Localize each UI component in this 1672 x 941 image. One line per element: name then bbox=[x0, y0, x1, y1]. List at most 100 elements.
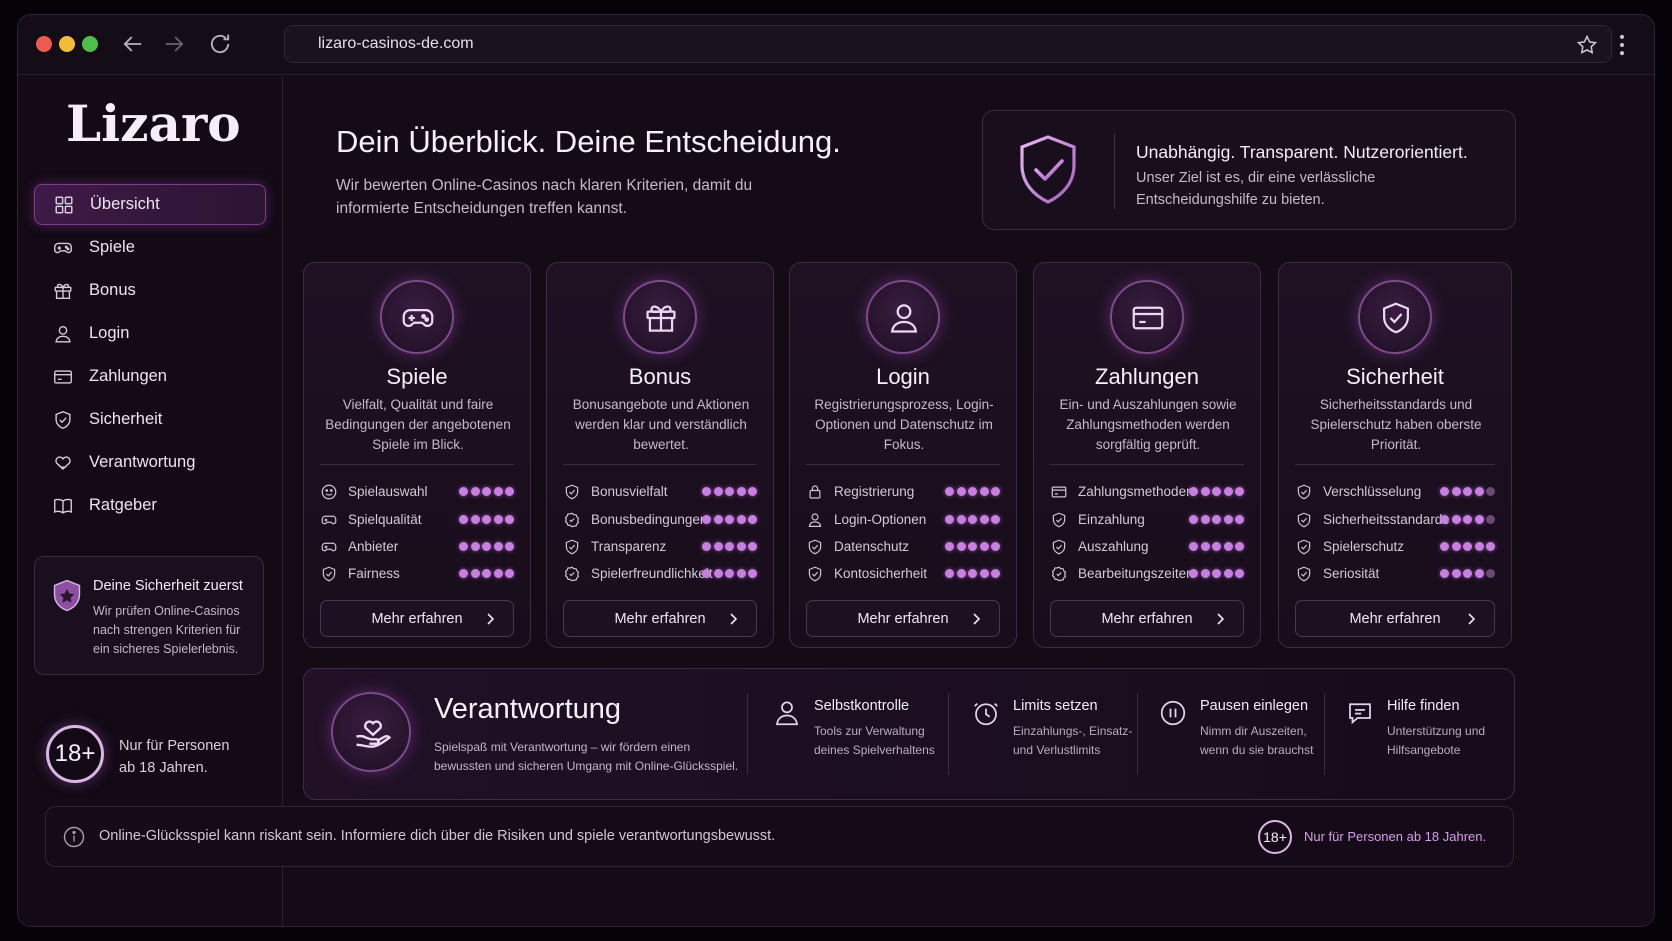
rating-dot bbox=[1451, 515, 1461, 524]
mehr-erfahren-button-login[interactable]: Mehr erfahren bbox=[806, 600, 1000, 637]
criterion-row: Spielerfreundlichkeit bbox=[563, 564, 757, 584]
rating-dots bbox=[702, 487, 757, 497]
rating-dot bbox=[1486, 487, 1495, 496]
trust-box: Unabhängig. Transparent. Nutzerorientier… bbox=[982, 110, 1516, 230]
rating-dot bbox=[1463, 542, 1472, 551]
pause-icon bbox=[1158, 698, 1188, 728]
feature-text: Tools zur Verwaltung deines Spielverhalt… bbox=[814, 724, 935, 757]
mehr-erfahren-button-spiele[interactable]: Mehr erfahren bbox=[320, 600, 514, 637]
reload-icon[interactable] bbox=[206, 30, 234, 58]
rating-dot bbox=[945, 542, 954, 551]
rating-dot bbox=[991, 542, 1000, 551]
minimize-window-button[interactable] bbox=[59, 36, 75, 52]
site-logo[interactable]: Lizaro bbox=[66, 94, 241, 153]
criterion-label: Seriosität bbox=[1323, 566, 1380, 581]
criterion-label: Anbieter bbox=[348, 539, 399, 554]
shield-check-icon bbox=[1050, 538, 1068, 556]
shield-check-icon bbox=[1295, 565, 1313, 583]
bookmark-star-icon[interactable] bbox=[1575, 33, 1599, 57]
chevron-right-icon bbox=[482, 611, 498, 627]
rating-dot bbox=[470, 542, 480, 551]
sidebar-item-sicherheit[interactable]: Sicherheit bbox=[34, 399, 266, 440]
rating-dots bbox=[1440, 515, 1495, 525]
rating-dot bbox=[1235, 569, 1244, 578]
back-arrow-icon[interactable] bbox=[119, 30, 147, 58]
sidebar-item-label: Login bbox=[89, 324, 130, 342]
sidebar-item-uebersicht[interactable]: Übersicht bbox=[34, 184, 266, 225]
category-card-sicherheit: Sicherheit Sicherheitsstandards und Spie… bbox=[1278, 262, 1512, 648]
sidebar-item-spiele[interactable]: Spiele bbox=[34, 227, 266, 268]
sidebar-item-label: Bonus bbox=[89, 281, 136, 299]
rating-dot bbox=[968, 569, 977, 578]
gift-icon bbox=[52, 280, 74, 302]
rating-dot bbox=[482, 542, 491, 551]
mehr-erfahren-button-sicherheit[interactable]: Mehr erfahren bbox=[1295, 600, 1495, 637]
forward-arrow-icon[interactable] bbox=[160, 30, 188, 58]
heart-hand-icon bbox=[52, 452, 74, 474]
shield-check-icon bbox=[563, 538, 581, 556]
card-title: Zahlungen bbox=[1095, 364, 1199, 389]
rating-dot bbox=[1486, 569, 1495, 578]
category-card-spiele: Spiele Vielfalt, Qualität und faire Bedi… bbox=[303, 262, 531, 648]
rating-dot bbox=[1189, 569, 1198, 578]
rating-dot bbox=[956, 515, 966, 524]
sidebar-item-ratgeber[interactable]: Ratgeber bbox=[34, 485, 266, 526]
safety-info-box: Deine Sicherheit zuerst Wir prüfen Onlin… bbox=[34, 556, 264, 675]
criterion-row: Sicherheitsstandards bbox=[1295, 510, 1495, 530]
rating-dot bbox=[725, 569, 734, 578]
rating-dot bbox=[1440, 542, 1449, 551]
maximize-window-button[interactable] bbox=[82, 36, 98, 52]
url-text: lizaro-casinos-de.com bbox=[318, 35, 474, 52]
criterion-row: Bearbeitungszeiten bbox=[1050, 564, 1244, 584]
lock-icon bbox=[806, 483, 824, 501]
card-title: Login bbox=[876, 364, 930, 389]
browser-window: lizaro-casinos-de.com Lizaro Übersicht S bbox=[17, 14, 1655, 927]
address-bar[interactable]: lizaro-casinos-de.com bbox=[284, 25, 1612, 63]
rating-dot bbox=[1212, 569, 1221, 578]
rating-dot bbox=[702, 515, 711, 524]
category-card-bonus: Bonus Bonusangebote und Aktionen werden … bbox=[546, 262, 774, 648]
rating-dot bbox=[956, 542, 966, 551]
rating-dot bbox=[1486, 515, 1495, 524]
feature-title: Pausen einlegen bbox=[1200, 698, 1309, 714]
rating-dots bbox=[1189, 542, 1244, 552]
rating-dots bbox=[945, 515, 1000, 525]
shield-check-icon bbox=[1358, 280, 1432, 354]
rating-dots bbox=[702, 542, 757, 552]
sidebar-item-zahlungen[interactable]: Zahlungen bbox=[34, 356, 266, 397]
rating-dot bbox=[1200, 515, 1210, 524]
criterion-row: Zahlungsmethoden bbox=[1050, 482, 1244, 502]
more-options-icon[interactable] bbox=[1608, 31, 1636, 59]
card-divider bbox=[806, 464, 1000, 465]
card-description: Ein- und Auszahlungen sowie Zahlungsmeth… bbox=[1059, 397, 1237, 452]
rating-dot bbox=[702, 542, 711, 551]
close-window-button[interactable] bbox=[36, 36, 52, 52]
age-notice-text: Nur für Personen ab 18 Jahren. bbox=[119, 738, 230, 776]
rating-dot bbox=[748, 487, 757, 496]
grid-icon bbox=[53, 194, 75, 216]
rating-dots bbox=[1189, 487, 1244, 497]
trust-divider bbox=[1114, 133, 1115, 209]
rating-dot bbox=[979, 487, 989, 496]
rating-dot bbox=[482, 515, 491, 524]
rating-dot bbox=[1474, 487, 1484, 496]
criterion-label: Spielerschutz bbox=[1323, 539, 1405, 554]
criterion-label: Kontosicherheit bbox=[834, 566, 928, 581]
card-title: Bonus bbox=[628, 364, 692, 389]
gamepad-icon bbox=[380, 280, 454, 354]
mehr-erfahren-button-zahlungen[interactable]: Mehr erfahren bbox=[1050, 600, 1244, 637]
sidebar-item-verantwortung[interactable]: Verantwortung bbox=[34, 442, 266, 483]
sidebar-item-bonus[interactable]: Bonus bbox=[34, 270, 266, 311]
card-icon bbox=[52, 366, 74, 388]
rating-dot bbox=[713, 515, 723, 524]
rating-dot bbox=[725, 515, 734, 524]
card-description: Registrierungsprozess, Login-Optionen un… bbox=[814, 397, 994, 452]
mehr-erfahren-button-bonus[interactable]: Mehr erfahren bbox=[563, 600, 757, 637]
trust-title: Unabhängig. Transparent. Nutzerorientier… bbox=[1136, 142, 1468, 162]
criterion-label: Spielqualität bbox=[348, 512, 422, 527]
rating-dot bbox=[945, 515, 954, 524]
sidebar-item-login[interactable]: Login bbox=[34, 313, 266, 354]
rating-dots bbox=[1440, 542, 1495, 552]
rating-dot bbox=[1235, 542, 1244, 551]
card-divider bbox=[563, 464, 757, 465]
